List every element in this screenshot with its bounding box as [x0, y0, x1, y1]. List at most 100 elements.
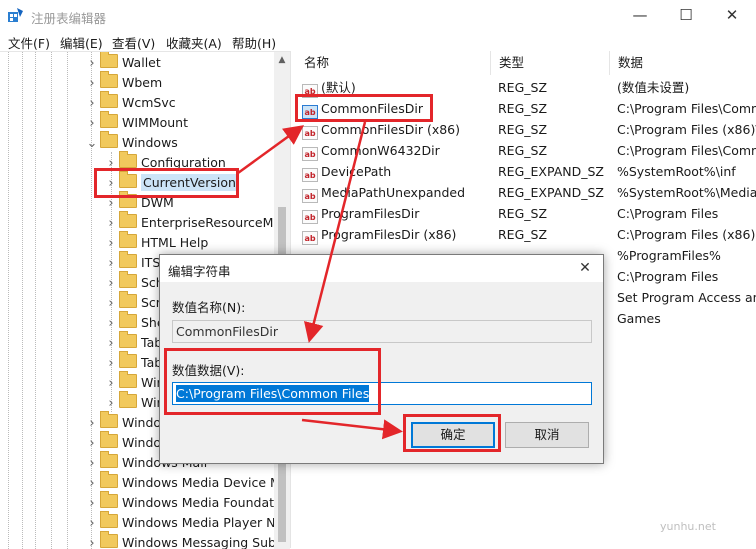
- tree-guide-line: [35, 52, 36, 549]
- menu-view[interactable]: 查看(V): [112, 33, 155, 52]
- list-row[interactable]: ab CommonW6432Dir REG_SZ C:\Program Files\C…: [296, 140, 756, 161]
- menu-file[interactable]: 文件(F): [8, 33, 50, 52]
- chevron-right-icon[interactable]: ›: [84, 114, 100, 134]
- value-type-cell: REG_SZ: [498, 143, 548, 158]
- chevron-down-icon[interactable]: ⌄: [84, 134, 100, 154]
- tree-item[interactable]: › Wbem: [84, 71, 162, 94]
- value-type-cell: REG_SZ: [498, 101, 548, 116]
- column-header-data[interactable]: 数据: [610, 51, 756, 75]
- dialog-title: 编辑字符串: [168, 264, 231, 279]
- tree-item[interactable]: › Windo: [84, 411, 161, 434]
- tree-item[interactable]: › She: [103, 311, 165, 334]
- minimize-icon: —: [632, 6, 648, 24]
- list-row[interactable]: ab ProgramFilesDir (x86) REG_SZ C:\Program …: [296, 224, 756, 245]
- folder-icon: [100, 471, 118, 488]
- column-header-name[interactable]: 名称: [296, 51, 491, 75]
- value-type-cell: REG_EXPAND_SZ: [498, 164, 604, 179]
- chevron-right-icon[interactable]: ›: [103, 234, 119, 254]
- window-titlebar: 注册表编辑器 — ☐ ✕: [0, 0, 756, 31]
- folder-icon: [100, 111, 118, 128]
- value-type-cell: REG_SZ: [498, 80, 548, 95]
- value-name-field: CommonFilesDir: [172, 320, 592, 343]
- tree-item[interactable]: › ITS: [103, 251, 161, 274]
- chevron-right-icon[interactable]: ›: [84, 434, 100, 454]
- chevron-right-icon[interactable]: ›: [84, 494, 100, 514]
- tree-item[interactable]: › WcmSvc: [84, 91, 176, 114]
- value-name-cell: ab CommonFilesDir (x86): [302, 119, 488, 140]
- watermark: yunhu.net: [660, 520, 716, 533]
- menu-favorites[interactable]: 收藏夹(A): [166, 33, 222, 52]
- tree-item[interactable]: › Scr: [103, 291, 161, 314]
- menu-help[interactable]: 帮助(H): [232, 33, 276, 52]
- chevron-right-icon[interactable]: ›: [103, 294, 119, 314]
- registry-editor-app-icon: [8, 8, 23, 22]
- chevron-right-icon[interactable]: ›: [103, 334, 119, 354]
- chevron-right-icon[interactable]: ›: [103, 374, 119, 394]
- tree-item[interactable]: › Wallet: [84, 52, 161, 74]
- chevron-right-icon[interactable]: ›: [103, 254, 119, 274]
- tree-item[interactable]: › Windo: [84, 431, 161, 454]
- value-data-cell: (数值未设置): [617, 80, 690, 95]
- tree-item[interactable]: › Wir: [103, 371, 162, 394]
- close-button[interactable]: ✕: [709, 0, 755, 31]
- list-row[interactable]: ab ProgramFilesDir REG_SZ C:\Program Files: [296, 203, 756, 224]
- value-data-cell: %ProgramFiles%: [617, 248, 721, 263]
- tree-guide-line: [67, 52, 68, 549]
- chevron-right-icon[interactable]: ›: [103, 354, 119, 374]
- folder-icon: [119, 351, 137, 368]
- chevron-right-icon[interactable]: ›: [84, 454, 100, 474]
- chevron-right-icon[interactable]: ›: [84, 474, 100, 494]
- tree-item[interactable]: › HTML Help: [103, 231, 208, 254]
- maximize-button[interactable]: ☐: [663, 0, 709, 31]
- dialog-close-icon[interactable]: ✕: [573, 258, 597, 278]
- tree-item[interactable]: › Windows Media Device M: [84, 471, 281, 494]
- tree-item[interactable]: › Tab: [103, 331, 162, 354]
- list-row[interactable]: ab CommonFilesDir (x86) REG_SZ C:\Program F…: [296, 119, 756, 140]
- annotation-box-data: [164, 348, 381, 415]
- close-icon: ✕: [725, 6, 739, 24]
- tree-item[interactable]: › Tab: [103, 351, 162, 374]
- value-name-text: ProgramFilesDir (x86): [321, 227, 457, 242]
- menu-edit[interactable]: 编辑(E): [60, 33, 103, 52]
- tree-item-label: WIMMount: [122, 115, 189, 130]
- tree-item[interactable]: › WIMMount: [84, 111, 189, 134]
- list-row[interactable]: ab DevicePath REG_EXPAND_SZ %SystemRoot%\in…: [296, 161, 756, 182]
- tree-item-label: Wallet: [122, 55, 161, 70]
- annotation-box-value: [295, 94, 433, 122]
- maximize-icon: ☐: [679, 6, 693, 24]
- folder-icon: [100, 491, 118, 508]
- value-name-cell: ab ProgramFilesDir (x86): [302, 224, 488, 245]
- chevron-right-icon[interactable]: ›: [84, 94, 100, 114]
- chevron-right-icon[interactable]: ›: [103, 314, 119, 334]
- cancel-button[interactable]: 取消: [505, 422, 589, 448]
- folder-icon: [100, 431, 118, 448]
- chevron-right-icon[interactable]: ›: [84, 514, 100, 534]
- value-name-text: (默认): [321, 80, 356, 95]
- tree-item[interactable]: › Sch: [103, 271, 164, 294]
- chevron-right-icon[interactable]: ›: [84, 54, 100, 74]
- scroll-up-arrow-icon[interactable]: ▲: [274, 52, 290, 68]
- folder-icon: [119, 151, 137, 168]
- tree-item[interactable]: › EnterpriseResourceMa: [103, 211, 281, 234]
- tree-item[interactable]: › Windows Media Foundatio: [84, 491, 286, 514]
- folder-icon: [100, 91, 118, 108]
- chevron-right-icon[interactable]: ›: [84, 414, 100, 434]
- value-name-text: MediaPathUnexpanded: [321, 185, 466, 200]
- column-header-type[interactable]: 类型: [491, 51, 610, 75]
- chevron-right-icon[interactable]: ›: [84, 74, 100, 94]
- value-type-cell: REG_SZ: [498, 227, 548, 242]
- chevron-right-icon[interactable]: ›: [84, 534, 100, 549]
- tree-item[interactable]: › Windows Media Player NS: [84, 511, 283, 534]
- minimize-button[interactable]: —: [617, 0, 663, 31]
- tree-item-label: Windows Media Foundatio: [122, 495, 286, 510]
- chevron-right-icon[interactable]: ›: [103, 274, 119, 294]
- folder-icon: [100, 131, 118, 148]
- chevron-right-icon[interactable]: ›: [103, 214, 119, 234]
- tree-item-label: ITS: [141, 255, 161, 270]
- list-row[interactable]: ab MediaPathUnexpanded REG_EXPAND_SZ %Syste…: [296, 182, 756, 203]
- value-name-cell: ab DevicePath: [302, 161, 488, 182]
- tree-item[interactable]: › Wir: [103, 391, 162, 413]
- folder-icon: [119, 311, 137, 328]
- tree-item[interactable]: ⌄ Windows: [84, 131, 178, 154]
- tree-item[interactable]: › Windows Messaging Subs: [84, 531, 282, 549]
